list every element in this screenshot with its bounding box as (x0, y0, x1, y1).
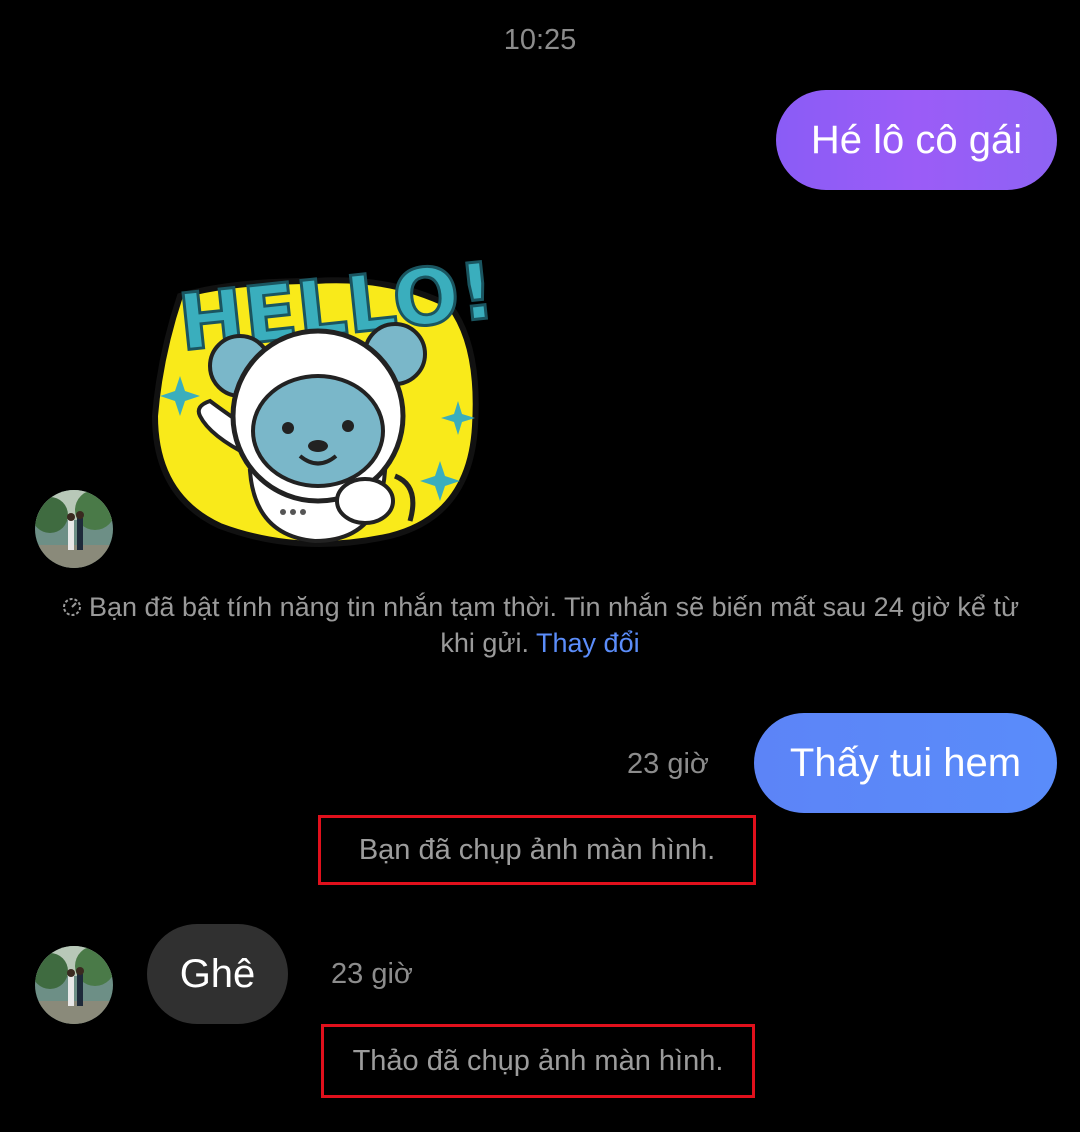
contact-avatar[interactable] (35, 490, 113, 568)
event-text: Bạn đã chụp ảnh màn hình. (358, 833, 716, 866)
incoming-message-bubble[interactable]: Ghê (147, 924, 288, 1024)
screenshot-event-notice: Thảo đã chụp ảnh màn hình. (321, 1024, 755, 1098)
event-text: Thảo đã chụp ảnh màn hình. (352, 1044, 724, 1077)
timer-icon (61, 591, 83, 616)
screenshot-event-notice: Bạn đã chụp ảnh màn hình. (318, 815, 756, 885)
conversation-timestamp: 10:25 (503, 24, 577, 56)
disappearing-messages-notice: Bạn đã bật tính năng tin nhắn tạm thời. … (40, 589, 1040, 661)
message-time: 23 giờ (331, 958, 413, 990)
change-link[interactable]: Thay đổi (536, 628, 640, 658)
message-text: Thấy tui hem (789, 740, 1022, 785)
contact-avatar[interactable] (35, 946, 113, 1024)
message-time: 23 giờ (627, 748, 709, 780)
message-text: Ghê (179, 951, 256, 996)
message-text: Hé lô cô gái (810, 117, 1023, 162)
hello-sticker[interactable]: HELLO! (140, 236, 501, 566)
outgoing-message-bubble[interactable]: Hé lô cô gái (776, 90, 1057, 190)
outgoing-message-bubble[interactable]: Thấy tui hem (754, 713, 1057, 813)
